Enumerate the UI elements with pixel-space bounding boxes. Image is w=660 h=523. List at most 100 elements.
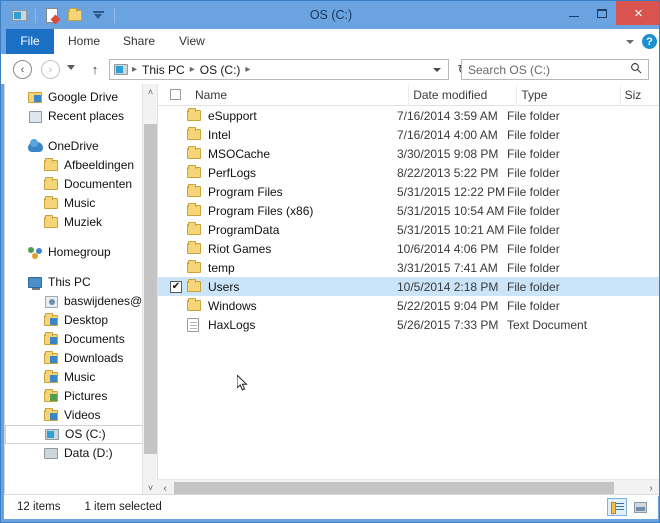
row-checkbox[interactable] (170, 186, 182, 198)
search-box[interactable]: Search OS (C:) (461, 59, 649, 80)
column-header-name[interactable]: Name (191, 83, 410, 106)
sidebar-item-os-c[interactable]: OS (C:) (5, 425, 157, 444)
breadcrumb-dropdown-icon[interactable] (433, 68, 441, 72)
sidebar-item-onedrive[interactable]: OneDrive (5, 137, 157, 156)
row-checkbox[interactable] (170, 262, 182, 274)
sidebar-item-recent-places[interactable]: Recent places (5, 107, 157, 126)
tab-home[interactable]: Home (58, 29, 110, 54)
row-checkbox[interactable] (170, 129, 182, 141)
folder-icon (43, 177, 59, 193)
sidebar-item-downloads[interactable]: Downloads (5, 349, 157, 368)
table-row[interactable]: Intel 7/16/2014 4:00 AM File folder (158, 125, 659, 144)
sidebar-item-google-drive[interactable]: Google Drive (5, 88, 157, 107)
tab-share[interactable]: Share (113, 29, 165, 54)
sidebar-item-data-d[interactable]: Data (D:) (5, 444, 157, 463)
row-checkbox[interactable] (170, 300, 182, 312)
row-checkbox[interactable] (170, 110, 182, 122)
sidebar-item-label: This PC (48, 275, 91, 289)
explorer-body: Google Drive Recent places OneDrive Afbe… (4, 83, 659, 496)
details-view-button[interactable] (607, 498, 627, 516)
tab-file[interactable]: File (6, 29, 54, 54)
search-icon[interactable] (630, 62, 648, 77)
status-selection: 1 item selected (84, 501, 162, 513)
sidebar-item-label: Documenten (64, 177, 133, 191)
pictures-folder-icon (43, 389, 59, 405)
maximize-button[interactable] (588, 1, 616, 25)
table-row[interactable]: PerfLogs 8/22/2013 5:22 PM File folder (158, 163, 659, 182)
scroll-up-arrow-icon[interactable]: ˄ (143, 84, 157, 100)
sidebar-item-documenten[interactable]: Documenten (5, 175, 157, 194)
sidebar-item-documents[interactable]: Documents (5, 330, 157, 349)
table-row[interactable]: Program Files (x86) 5/31/2015 10:54 AM F… (158, 201, 659, 220)
help-icon[interactable]: ? (642, 34, 657, 49)
close-button[interactable]: × (616, 1, 659, 25)
sidebar-scrollbar-thumb[interactable] (144, 124, 157, 454)
row-checkbox-checked[interactable]: ✔ (170, 280, 182, 293)
file-explorer-window: OS (C:) × File Home Share View ? ‹ › ↑ ▸… (0, 0, 660, 523)
sidebar-item-videos[interactable]: Videos (5, 406, 157, 425)
sidebar-item-label: Downloads (64, 351, 124, 365)
column-header-type[interactable]: Type (517, 83, 621, 106)
sidebar-item-homegroup[interactable]: Homegroup (5, 243, 157, 262)
sidebar-item-muziek[interactable]: Muziek (5, 213, 157, 232)
column-header-size[interactable]: Siz (621, 84, 659, 106)
breadcrumb[interactable]: ▸ This PC ▸ OS (C:) ▸ (109, 59, 449, 80)
breadcrumb-item-this-pc[interactable]: This PC (139, 63, 188, 77)
folder-icon (187, 298, 203, 311)
row-checkbox[interactable] (170, 148, 182, 160)
row-checkbox[interactable] (170, 167, 182, 179)
table-row[interactable]: HaxLogs 5/26/2015 7:33 PM Text Document (158, 315, 659, 334)
row-checkbox[interactable] (170, 243, 182, 255)
table-row[interactable]: Program Files 5/31/2015 12:22 PM File fo… (158, 182, 659, 201)
this-pc-icon (27, 275, 43, 291)
table-row[interactable]: ProgramData 5/31/2015 10:21 AM File fold… (158, 220, 659, 239)
breadcrumb-separator-1: ▸ (189, 64, 195, 75)
sidebar-item-music[interactable]: Music (5, 368, 157, 387)
row-name: MSOCache (208, 146, 271, 161)
up-button[interactable]: ↑ (87, 61, 103, 77)
column-header-date-modified[interactable]: Date modified (409, 83, 518, 106)
sidebar-item-contact[interactable]: baswijdenes@outlook (5, 292, 157, 311)
recent-locations-icon[interactable] (67, 65, 75, 70)
table-row[interactable]: MSOCache 3/30/2015 9:08 PM File folder (158, 144, 659, 163)
minimize-button[interactable] (560, 1, 588, 25)
table-row[interactable]: eSupport 7/16/2014 3:59 AM File folder (158, 106, 659, 125)
forward-button[interactable]: › (41, 60, 60, 79)
sidebar-scrollbar[interactable]: ˄ ˅ (142, 84, 157, 496)
table-row-selected[interactable]: ✔ Users 10/5/2014 2:18 PM File folder (158, 277, 659, 296)
folder-icon (43, 158, 59, 174)
row-name: Program Files (208, 184, 283, 199)
contact-icon (43, 294, 59, 310)
sidebar-item-music-onedrive[interactable]: Music (5, 194, 157, 213)
table-row[interactable]: Riot Games 10/6/2014 4:06 PM File folder (158, 239, 659, 258)
breadcrumb-item-os-c[interactable]: OS (C:) (197, 63, 244, 77)
row-checkbox[interactable] (170, 319, 182, 331)
navigation-pane[interactable]: Google Drive Recent places OneDrive Afbe… (5, 84, 157, 496)
folder-icon (187, 127, 203, 140)
large-icons-view-button[interactable] (630, 498, 650, 516)
sidebar-item-pictures[interactable]: Pictures (5, 387, 157, 406)
row-checkbox[interactable] (170, 224, 182, 236)
search-input[interactable]: Search OS (C:) (462, 63, 630, 77)
large-icons-view-icon (633, 501, 647, 513)
back-button[interactable]: ‹ (13, 60, 32, 79)
chevron-down-icon[interactable] (626, 39, 634, 44)
row-checkbox[interactable] (170, 205, 182, 217)
tab-view[interactable]: View (169, 29, 215, 54)
sidebar-item-label: Recent places (48, 109, 125, 123)
folder-icon (43, 215, 59, 231)
sidebar-item-label: Data (D:) (64, 446, 113, 460)
google-drive-icon (27, 90, 43, 106)
row-name: temp (208, 260, 235, 275)
row-type: File folder (507, 127, 560, 142)
sidebar-item-label: Pictures (64, 389, 108, 403)
sidebar-item-this-pc[interactable]: This PC (5, 273, 157, 292)
table-row[interactable]: temp 3/31/2015 7:41 AM File folder (158, 258, 659, 277)
row-name: HaxLogs (208, 317, 256, 332)
table-row[interactable]: Windows 5/22/2015 9:04 PM File folder (158, 296, 659, 315)
onedrive-icon (27, 138, 43, 155)
sidebar-item-afbeeldingen[interactable]: Afbeeldingen (5, 156, 157, 175)
select-all-checkbox[interactable] (170, 89, 181, 100)
sidebar-item-desktop[interactable]: Desktop (5, 311, 157, 330)
